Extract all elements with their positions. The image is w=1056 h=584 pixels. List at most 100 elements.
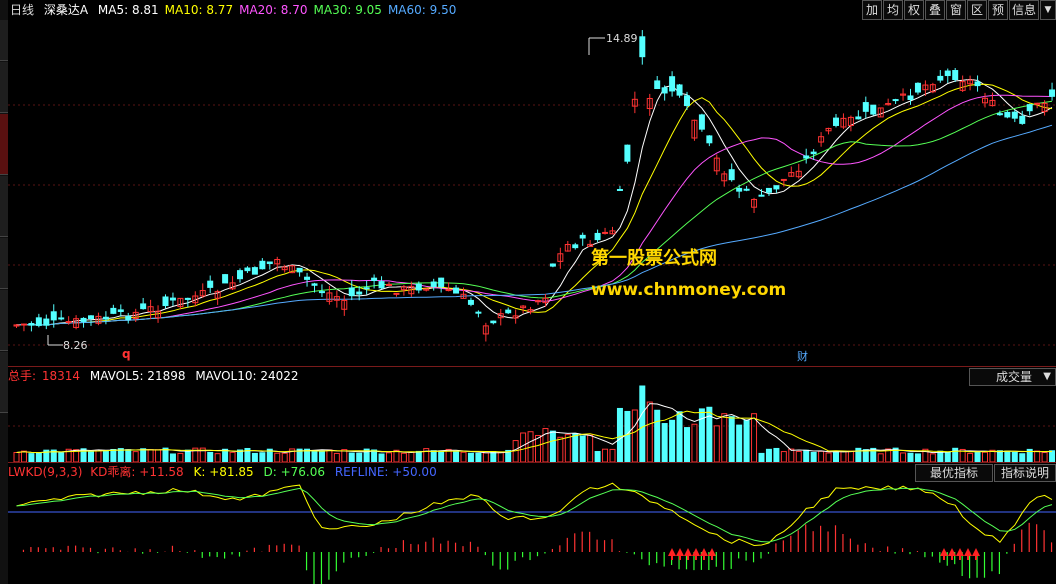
- volume-bar: [721, 413, 728, 463]
- side-tab-6[interactable]: [0, 290, 8, 351]
- candle-body: [669, 76, 676, 92]
- candle-body: [430, 281, 437, 288]
- candle-body: [378, 281, 385, 289]
- volume-bar: [497, 451, 504, 463]
- indicator-name[interactable]: LWKD(9,3,3): [8, 465, 82, 479]
- volume-bar: [907, 452, 914, 463]
- buy-signal-arrow-icon: [972, 548, 980, 560]
- volume-bar: [840, 451, 847, 463]
- side-tab-daily[interactable]: [0, 114, 8, 175]
- volume-bar: [803, 449, 810, 463]
- candle-body: [765, 187, 772, 193]
- volume-bar: [795, 450, 802, 463]
- volume-bar: [967, 452, 974, 463]
- candle-body: [363, 287, 370, 290]
- candle-body: [616, 188, 623, 191]
- volume-bar: [386, 452, 392, 463]
- volume-bar: [751, 413, 758, 463]
- volume-bar: [311, 450, 318, 463]
- side-tab-5[interactable]: [0, 238, 8, 289]
- volume-total-value: 18314: [41, 369, 81, 383]
- candle-body: [862, 102, 869, 112]
- candle-body: [386, 284, 392, 287]
- candle-body: [259, 260, 266, 270]
- finance-marker[interactable]: 财: [797, 349, 808, 363]
- candle-body: [251, 267, 258, 275]
- volume-bar: [564, 434, 571, 463]
- side-tab-4[interactable]: [0, 176, 8, 237]
- q-marker[interactable]: q: [122, 347, 131, 361]
- candle-body: [304, 276, 311, 280]
- side-tab-2[interactable]: [0, 62, 8, 113]
- volume-bar: [974, 451, 981, 463]
- watermark-url: www.chnmoney.com: [591, 280, 787, 300]
- buy-signal-arrow-icon: [692, 548, 700, 560]
- candle-body: [676, 84, 683, 96]
- volume-bar: [944, 451, 951, 463]
- volume-bar: [773, 447, 780, 463]
- volume-bar: [602, 448, 609, 463]
- volume-bar: [169, 453, 176, 463]
- volume-bar: [929, 453, 936, 463]
- volume-bar: [475, 452, 482, 463]
- volume-bar: [952, 447, 959, 463]
- volume-bar: [184, 449, 191, 463]
- high-price-label: 14.89: [606, 32, 638, 45]
- volume-bar: [430, 450, 437, 463]
- candle-body: [1004, 111, 1011, 118]
- mavol5-label: MAVOL5: 21898: [89, 369, 186, 383]
- volume-bar: [318, 450, 325, 463]
- volume-indicator-select[interactable]: 成交量 ▼: [969, 368, 1056, 386]
- volume-total-label: 总手:: [8, 369, 37, 383]
- volume-bar: [453, 451, 460, 463]
- volume-bar: [765, 448, 772, 463]
- volume-bar: [125, 449, 132, 463]
- ma5-line: [16, 78, 1053, 326]
- volume-bar: [780, 451, 787, 463]
- volume-bar: [333, 452, 340, 463]
- candle-body: [684, 95, 690, 107]
- volume-bar: [698, 408, 705, 463]
- volume-bar: [609, 448, 616, 463]
- volume-bar: [1041, 452, 1048, 463]
- candle-body: [579, 234, 586, 239]
- candle-body: [80, 317, 87, 322]
- volume-bar: [654, 409, 661, 463]
- volume-bar: [818, 450, 825, 463]
- candle-body: [207, 280, 214, 288]
- ma10-line: [16, 83, 1053, 326]
- volume-bar: [140, 448, 147, 463]
- volume-bar: [207, 451, 214, 463]
- volume-bar: [415, 450, 422, 463]
- volume-bar: [214, 453, 221, 463]
- volume-bar: [914, 453, 921, 463]
- candle-body: [780, 178, 787, 181]
- side-tab-7[interactable]: [0, 352, 8, 413]
- volume-bar: [102, 450, 109, 463]
- volume-bar: [58, 452, 65, 463]
- candle-body: [1049, 89, 1056, 97]
- candle-body: [445, 289, 452, 292]
- candle-body: [870, 104, 877, 115]
- volume-bar: [274, 452, 281, 463]
- volume-legend: 总手: 18314 MAVOL5: 21898 MAVOL10: 24022: [8, 367, 305, 385]
- candle-body: [348, 287, 355, 297]
- volume-bar: [676, 411, 683, 463]
- kd-deviation-label: KD乖离: +11.58: [90, 465, 184, 479]
- indicator-help-button[interactable]: 指标说明: [994, 464, 1056, 482]
- side-tab-1[interactable]: [0, 20, 8, 61]
- candle-body: [58, 317, 65, 320]
- best-indicator-button[interactable]: 最优指标: [915, 464, 993, 482]
- volume-bar: [378, 453, 385, 463]
- candle-body: [296, 267, 303, 273]
- volume-bar: [669, 419, 676, 463]
- candle-body: [1019, 115, 1026, 124]
- candle-body: [996, 113, 1003, 116]
- candle-body: [1034, 102, 1041, 105]
- kline-chart: 14.89 8.26 q 财: [8, 30, 1056, 584]
- candle-body: [162, 296, 169, 307]
- volume-bar: [661, 423, 668, 463]
- candle-body: [758, 194, 765, 197]
- candle-body: [438, 277, 445, 288]
- chevron-down-icon[interactable]: ▼: [1043, 369, 1051, 385]
